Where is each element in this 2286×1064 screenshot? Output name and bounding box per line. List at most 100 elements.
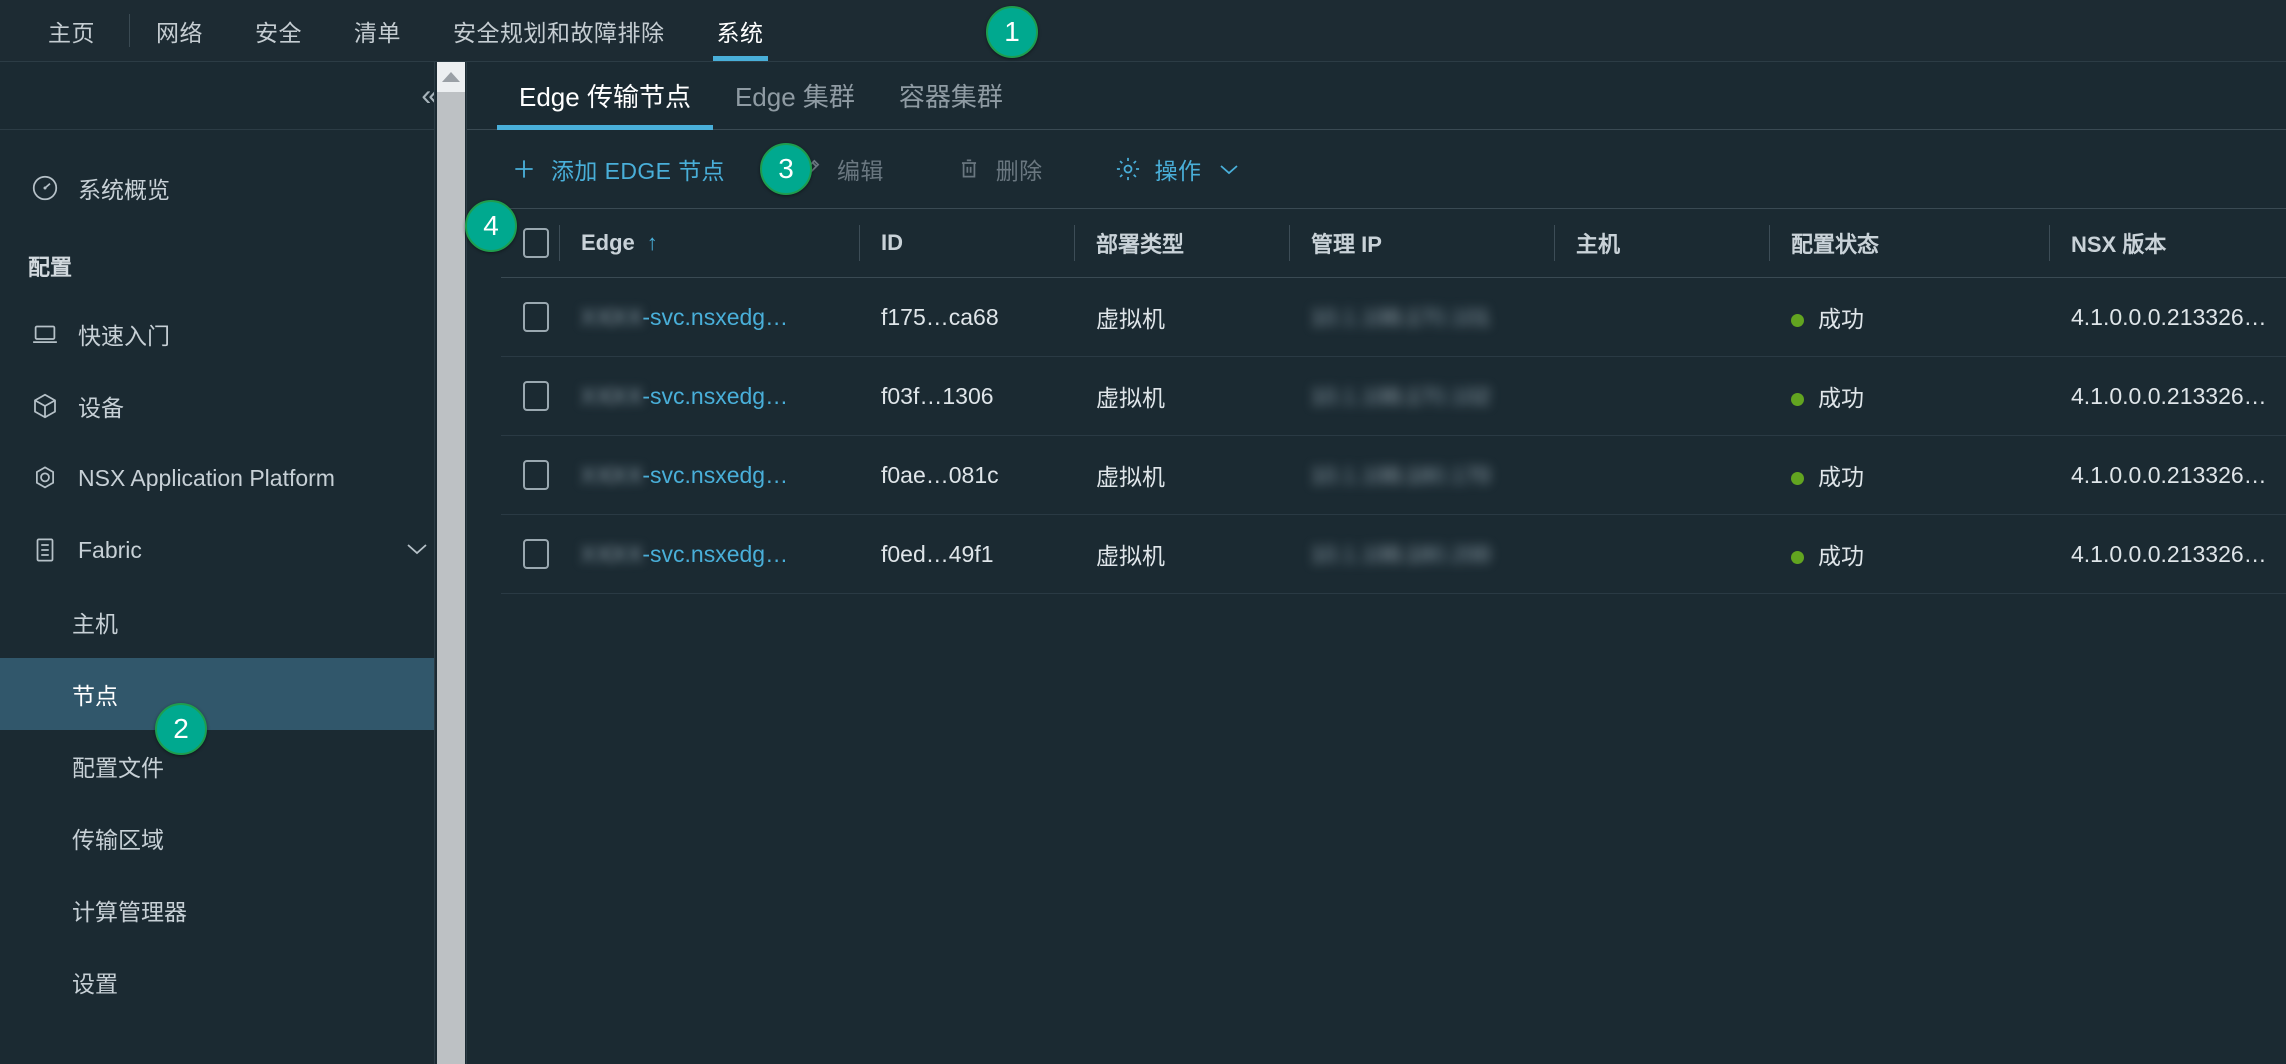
action-toolbar: 添加 EDGE 节点 编辑 删除 操作 xyxy=(467,130,2286,208)
status-dot-success-icon xyxy=(1791,472,1804,486)
cube-icon xyxy=(28,389,62,423)
topnav-item-plan-troubleshoot[interactable]: 安全规划和故障排除 xyxy=(427,0,691,61)
redacted-management-ip: 10.1.100.170.101 xyxy=(1311,303,1491,330)
sidebar-item-hosts[interactable]: 主机 xyxy=(0,586,466,658)
sidebar-item-label: 计算管理器 xyxy=(72,899,187,925)
actions-menu-button[interactable]: 操作 xyxy=(1105,152,1268,186)
topnav-item-inventory[interactable]: 清单 xyxy=(328,0,427,61)
cell-id: f03f…1306 xyxy=(859,356,1074,436)
sidebar-item-fabric[interactable]: Fabric xyxy=(0,514,466,586)
sidebar-item-nodes[interactable]: 节点 xyxy=(0,658,466,730)
tab-edge-transport-nodes[interactable]: Edge 传输节点 xyxy=(497,62,713,130)
table-row[interactable]: XXXX -svc.nsxedg… f175…ca68 虚拟机 10.1.100.… xyxy=(501,277,2286,357)
edge-name-link[interactable]: XXXX -svc.nsxedg… xyxy=(581,541,788,568)
edge-name-suffix: -svc.nsxedg… xyxy=(642,382,789,409)
topnav-item-security[interactable]: 安全 xyxy=(229,0,328,61)
row-checkbox[interactable] xyxy=(523,302,549,332)
scrollbar-thumb[interactable] xyxy=(437,92,465,1064)
column-header-label: Edge xyxy=(581,230,635,255)
column-header-management-ip[interactable]: 管理 IP xyxy=(1289,208,1554,278)
sidebar-item-settings[interactable]: 设置 xyxy=(0,946,466,1018)
dashboard-icon xyxy=(28,171,62,205)
cell-edge-name[interactable]: XXXX -svc.nsxedg… xyxy=(559,277,859,357)
cell-edge-name[interactable]: XXXX -svc.nsxedg… xyxy=(559,435,859,515)
sidebar-item-profiles[interactable]: 配置文件 xyxy=(0,730,466,802)
table-row[interactable]: XXXX -svc.nsxedg… f0ae…081c 虚拟机 10.1.100.… xyxy=(501,435,2286,515)
edge-name-link[interactable]: XXXX -svc.nsxedg… xyxy=(581,304,788,331)
column-header-edge[interactable]: Edge ↑ xyxy=(559,208,859,278)
delete-button[interactable]: 删除 xyxy=(946,152,1071,186)
scrollbar-up-arrow-button[interactable] xyxy=(437,62,465,92)
cell-management-ip: 10.1.100.180.200 xyxy=(1289,514,1554,594)
application-window: 主页 网络 安全 清单 安全规划和故障排除 系统 « 系统概览 配置 快速入门 … xyxy=(0,0,2286,1064)
add-edge-node-button[interactable]: 添加 EDGE 节点 xyxy=(501,152,753,186)
sidebar-scrollbar[interactable] xyxy=(434,62,466,1064)
edge-name-link[interactable]: XXXX -svc.nsxedg… xyxy=(581,383,788,410)
row-checkbox[interactable] xyxy=(523,539,549,569)
column-divider xyxy=(559,225,560,261)
sidebar-item-nsx-application-platform[interactable]: NSX Application Platform xyxy=(0,442,466,514)
sidebar-item-quick-start[interactable]: 快速入门 xyxy=(0,298,466,370)
cell-configuration-status: 成功 xyxy=(1769,514,2049,594)
edit-label: 编辑 xyxy=(836,158,884,184)
chevron-down-icon[interactable] xyxy=(406,540,428,560)
column-divider xyxy=(1554,225,1555,261)
status-dot-success-icon xyxy=(1791,551,1804,565)
cell-nsx-version: 4.1.0.0.0.213326… xyxy=(2049,277,2286,357)
row-checkbox[interactable] xyxy=(523,381,549,411)
status-label: 成功 xyxy=(1818,306,1864,332)
annotation-badge-3: 3 xyxy=(760,143,812,195)
status-label: 成功 xyxy=(1818,464,1864,490)
topnav-item-system[interactable]: 系统 xyxy=(691,0,790,61)
sidebar-item-system-overview[interactable]: 系统概览 xyxy=(0,152,466,224)
sidebar-item-label: 配置文件 xyxy=(72,755,164,781)
sidebar-item-label: Fabric xyxy=(78,536,142,563)
table-row[interactable]: XXXX -svc.nsxedg… f03f…1306 虚拟机 10.1.100.… xyxy=(501,356,2286,436)
topnav-item-networking[interactable]: 网络 xyxy=(130,0,229,61)
column-header-label: 管理 IP xyxy=(1311,232,1382,257)
annotation-badge-2: 2 xyxy=(155,703,207,755)
cell-edge-name[interactable]: XXXX -svc.nsxedg… xyxy=(559,356,859,436)
sidebar-item-appliances[interactable]: 设备 xyxy=(0,370,466,442)
gear-icon xyxy=(1113,154,1143,184)
topnav-item-label: 安全规划和故障排除 xyxy=(453,19,665,46)
content-panel: Edge 传输节点 Edge 集群 容器集群 添加 EDGE 节点 编辑 删除 … xyxy=(466,62,2286,1064)
sidebar-item-label: 传输区域 xyxy=(72,827,164,853)
column-header-configuration-status[interactable]: 配置状态 xyxy=(1769,208,2049,278)
redacted-management-ip: 10.1.100.180.200 xyxy=(1311,540,1491,567)
column-header-id[interactable]: ID xyxy=(859,208,1074,278)
table-row[interactable]: XXXX -svc.nsxedg… f0ed…49f1 虚拟机 10.1.100.… xyxy=(501,514,2286,594)
column-header-label: NSX 版本 xyxy=(2071,232,2167,257)
edge-name-link[interactable]: XXXX -svc.nsxedg… xyxy=(581,462,788,489)
tab-edge-clusters[interactable]: Edge 集群 xyxy=(713,62,877,129)
top-navigation-bar: 主页 网络 安全 清单 安全规划和故障排除 系统 xyxy=(0,0,2286,62)
topnav-item-label: 系统 xyxy=(716,19,764,46)
topnav-item-home[interactable]: 主页 xyxy=(30,0,129,61)
column-header-host[interactable]: 主机 xyxy=(1554,208,1769,278)
list-icon xyxy=(28,533,62,567)
topnav-item-label: 网络 xyxy=(156,19,203,46)
table-header-row: Edge ↑ ID 部署类型 管理 IP 主机 配置状态 NSX 版本 xyxy=(501,208,2286,278)
sort-ascending-icon[interactable]: ↑ xyxy=(647,230,658,255)
cell-nsx-version: 4.1.0.0.0.213326… xyxy=(2049,514,2286,594)
status-label: 成功 xyxy=(1818,543,1864,569)
cell-id: f175…ca68 xyxy=(859,277,1074,357)
chevron-down-icon xyxy=(1219,159,1239,180)
tab-container-clusters[interactable]: 容器集群 xyxy=(877,62,1025,129)
cell-management-ip: 10.1.100.170.102 xyxy=(1289,356,1554,436)
tab-label: Edge 传输节点 xyxy=(519,82,691,112)
column-header-deploy-type[interactable]: 部署类型 xyxy=(1074,208,1289,278)
laptop-icon xyxy=(28,317,62,351)
select-all-checkbox[interactable] xyxy=(523,228,549,258)
row-checkbox[interactable] xyxy=(523,460,549,490)
sidebar-item-transport-zones[interactable]: 传输区域 xyxy=(0,802,466,874)
cell-host xyxy=(1554,356,1769,436)
sidebar-item-compute-managers[interactable]: 计算管理器 xyxy=(0,874,466,946)
cell-configuration-status: 成功 xyxy=(1769,356,2049,436)
column-divider xyxy=(1074,225,1075,261)
column-header-nsx-version[interactable]: NSX 版本 xyxy=(2049,208,2286,278)
sidebar-item-label: 设备 xyxy=(78,395,124,421)
topnav-item-label: 安全 xyxy=(255,19,302,46)
sidebar-collapse-button[interactable]: « xyxy=(0,62,466,130)
cell-edge-name[interactable]: XXXX -svc.nsxedg… xyxy=(559,514,859,594)
